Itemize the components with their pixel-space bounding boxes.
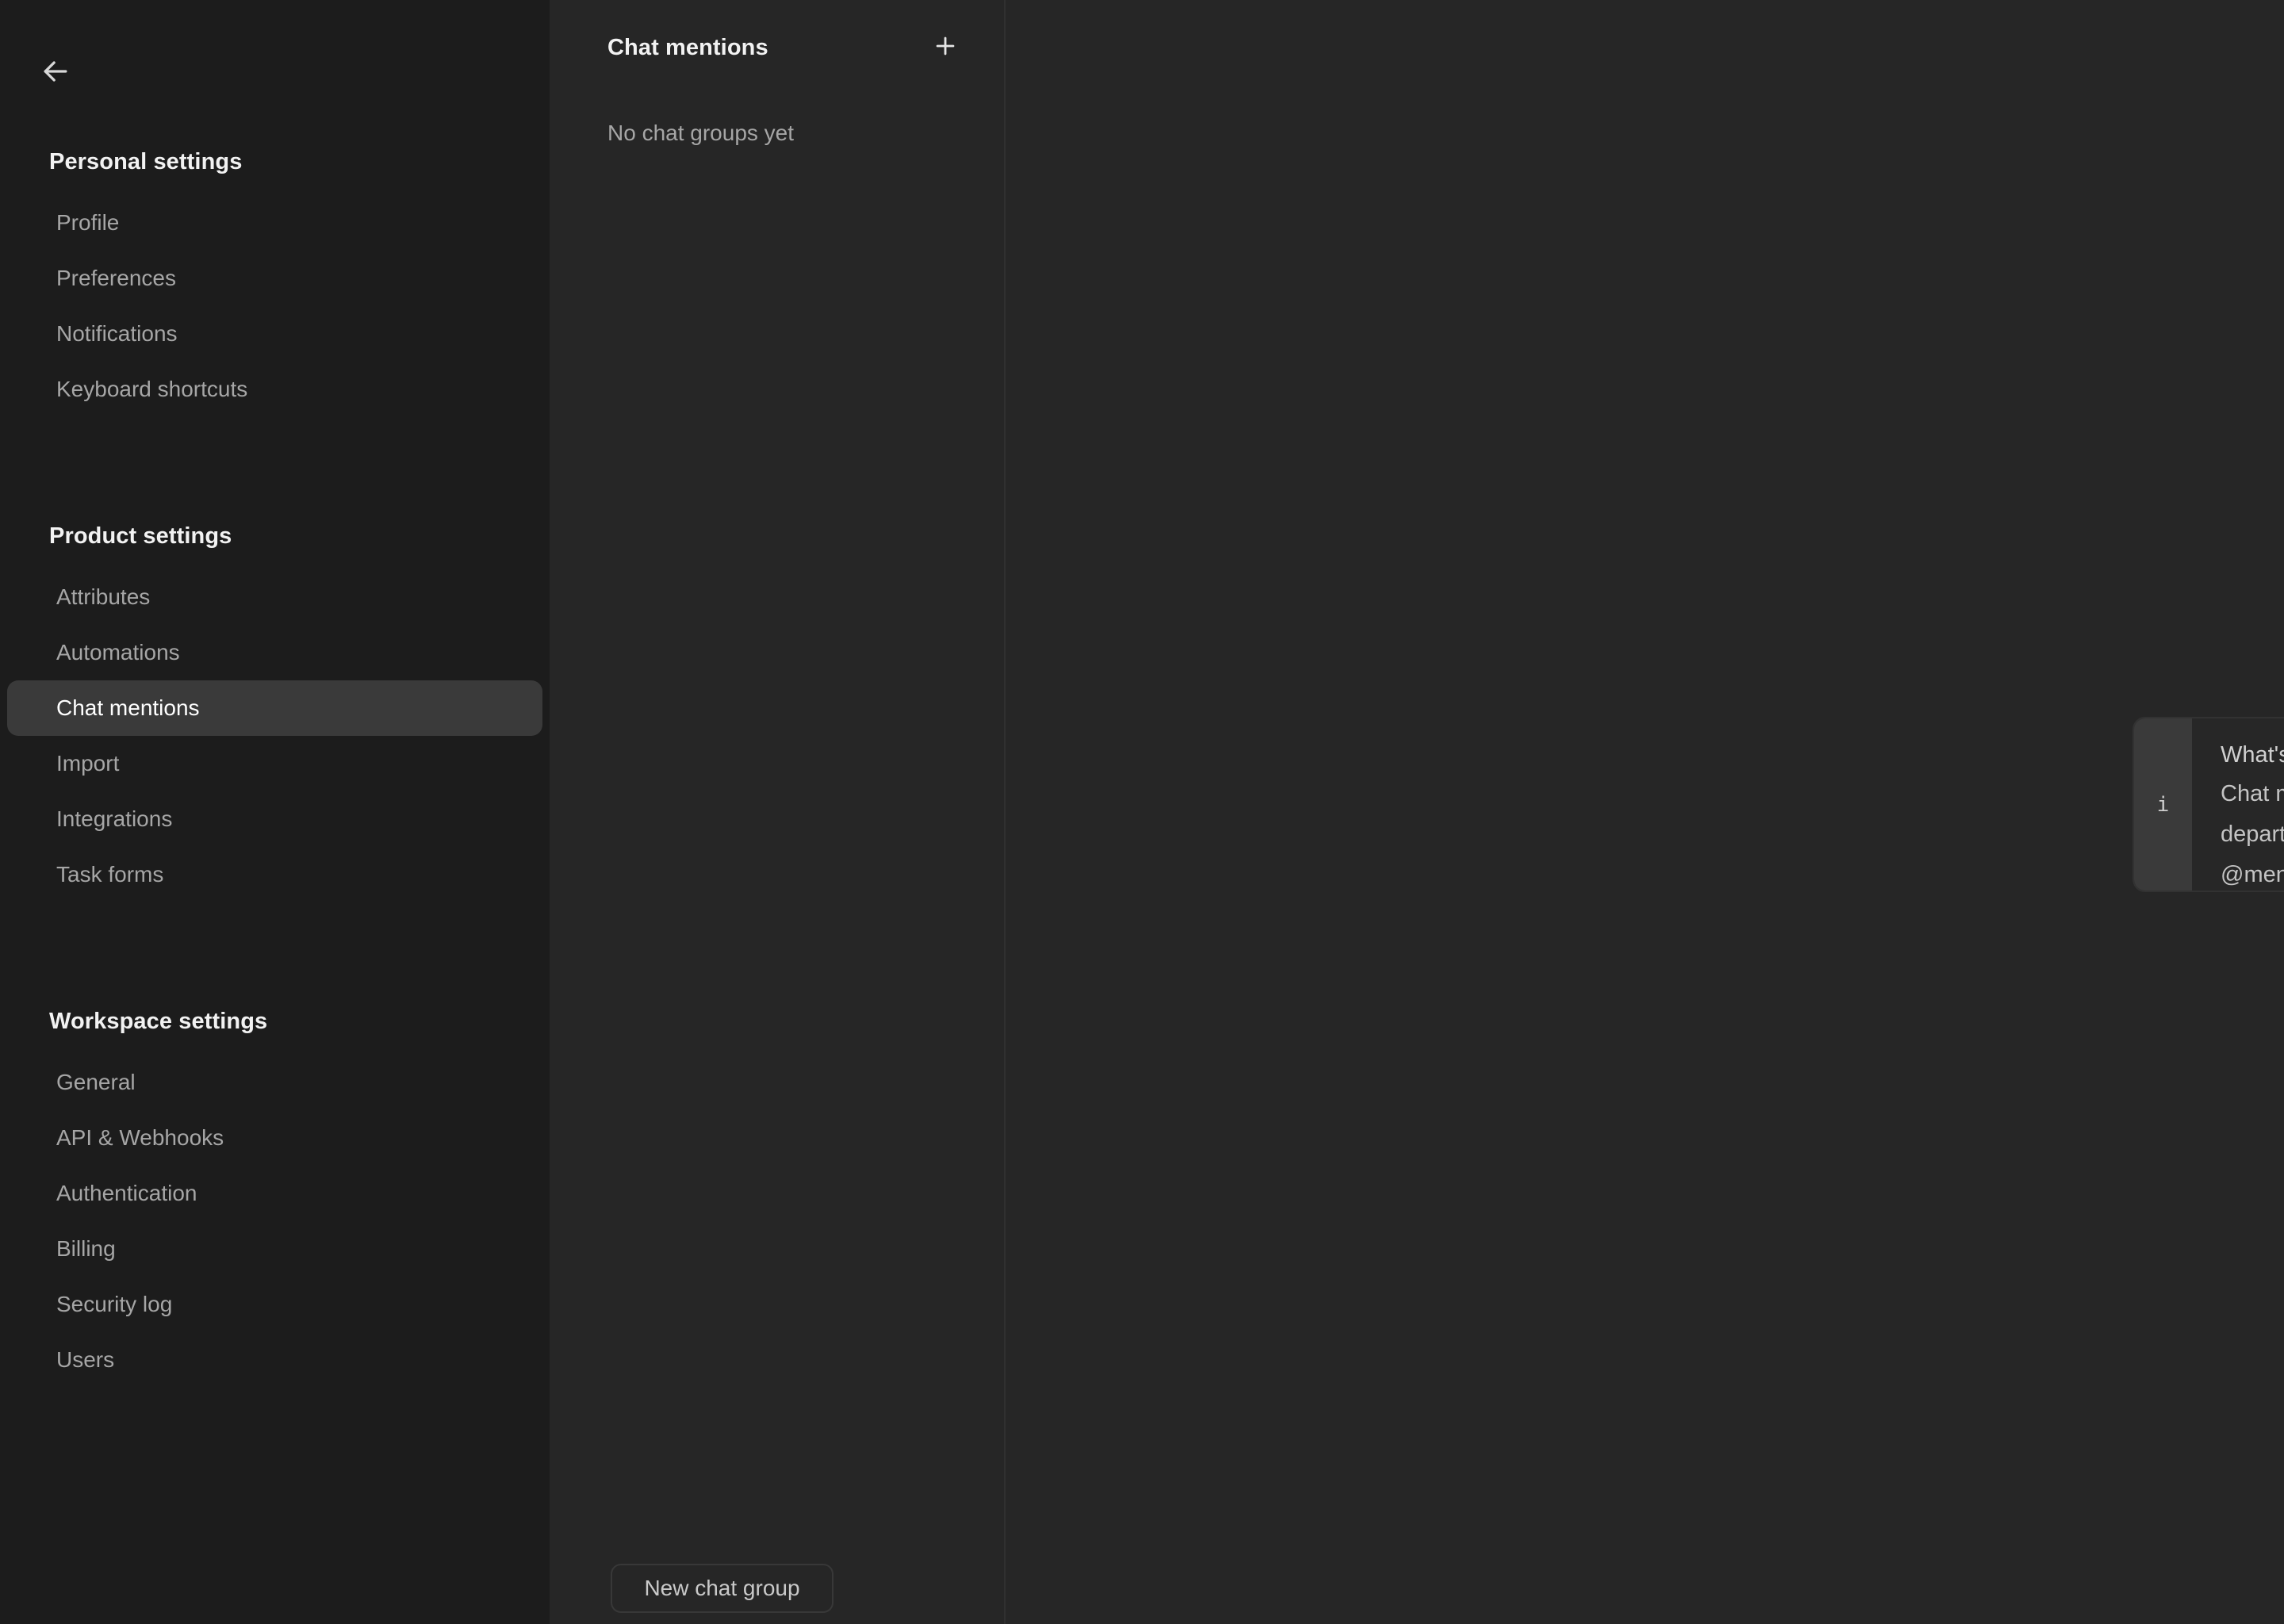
panel-title: Chat mentions	[607, 34, 768, 60]
sidebar-item-billing[interactable]: Billing	[7, 1221, 542, 1277]
empty-state-message: No chat groups yet	[607, 121, 795, 145]
sidebar-section-title-personal: Personal settings	[49, 149, 243, 174]
settings-window: Personal settings Profile Preferences No…	[0, 0, 2284, 1624]
chat-mentions-list-panel: Chat mentions No chat groups yet	[550, 0, 1006, 1624]
sidebar-item-users[interactable]: Users	[7, 1332, 542, 1388]
sidebar-item-security-log[interactable]: Security log	[7, 1277, 542, 1332]
sidebar-item-label: Users	[56, 1347, 115, 1372]
sidebar-item-label: Task forms	[56, 862, 164, 887]
sidebar-item-chat-mentions[interactable]: Chat mentions	[7, 680, 542, 736]
info-callout: i What's a chat mention? Chat mentions l…	[2133, 717, 2284, 892]
info-icon: i	[2156, 792, 2170, 817]
sidebar-section-personal: Personal settings Profile Preferences No…	[0, 147, 550, 417]
sidebar-list-workspace: General API & Webhooks Authentication Bi…	[0, 1055, 550, 1388]
info-callout-heading: What's a chat mention?	[2221, 742, 2284, 768]
sidebar-item-attributes[interactable]: Attributes	[7, 569, 542, 625]
sidebar-item-label: Notifications	[56, 321, 178, 346]
plus-icon	[932, 33, 959, 63]
sidebar-section-title-workspace: Workspace settings	[49, 1009, 268, 1034]
sidebar-item-label: General	[56, 1070, 136, 1094]
sidebar-item-label: Authentication	[56, 1181, 197, 1205]
sidebar-item-integrations[interactable]: Integrations	[7, 791, 542, 847]
sidebar-item-authentication[interactable]: Authentication	[7, 1166, 542, 1221]
back-button[interactable]	[38, 44, 92, 98]
sidebar-item-task-forms[interactable]: Task forms	[7, 847, 542, 902]
sidebar-item-general[interactable]: General	[7, 1055, 542, 1110]
sidebar-item-label: Attributes	[56, 584, 151, 609]
sidebar-item-api-webhooks[interactable]: API & Webhooks	[7, 1110, 542, 1166]
sidebar-item-keyboard-shortcuts[interactable]: Keyboard shortcuts	[7, 362, 542, 417]
sidebar-item-label: Integrations	[56, 806, 173, 831]
sidebar-list-personal: Profile Preferences Notifications Keyboa…	[0, 195, 550, 417]
sidebar-item-label: Preferences	[56, 266, 176, 290]
sidebar-item-label: Automations	[56, 640, 180, 665]
sidebar-section-workspace: Workspace settings General API & Webhook…	[0, 1007, 550, 1388]
sidebar-list-product: Attributes Automations Chat mentions Imp…	[0, 569, 550, 902]
sidebar-item-automations[interactable]: Automations	[7, 625, 542, 680]
chat-mentions-panel-header: Chat mentions	[550, 0, 1004, 95]
chat-mentions-detail-panel: i What's a chat mention? Chat mentions l…	[1006, 0, 2284, 1624]
sidebar-item-label: Billing	[56, 1236, 116, 1261]
sidebar-item-label: API & Webhooks	[56, 1125, 224, 1150]
info-callout-body: What's a chat mention? Chat mentions let…	[2192, 718, 2284, 891]
sidebar-item-label: Keyboard shortcuts	[56, 377, 248, 401]
arrow-left-icon	[38, 54, 73, 89]
add-chat-group-button[interactable]	[925, 27, 966, 68]
settings-sidebar: Personal settings Profile Preferences No…	[0, 0, 550, 1624]
sidebar-section-product: Product settings Attributes Automations …	[0, 522, 550, 902]
sidebar-item-label: Security log	[56, 1292, 173, 1316]
new-chat-group-button[interactable]: New chat group	[611, 1564, 834, 1613]
sidebar-item-import[interactable]: Import	[7, 736, 542, 791]
info-callout-gutter: i	[2134, 718, 2192, 891]
sidebar-item-label: Chat mentions	[56, 695, 200, 720]
sidebar-item-preferences[interactable]: Preferences	[7, 251, 542, 306]
sidebar-nav: Personal settings Profile Preferences No…	[0, 147, 550, 1388]
sidebar-item-notifications[interactable]: Notifications	[7, 306, 542, 362]
sidebar-item-label: Profile	[56, 210, 120, 235]
sidebar-item-label: Import	[56, 751, 120, 776]
sidebar-section-title-product: Product settings	[49, 523, 232, 549]
info-callout-text: Chat mentions let you notify several peo…	[2221, 781, 2284, 887]
sidebar-item-profile[interactable]: Profile	[7, 195, 542, 251]
